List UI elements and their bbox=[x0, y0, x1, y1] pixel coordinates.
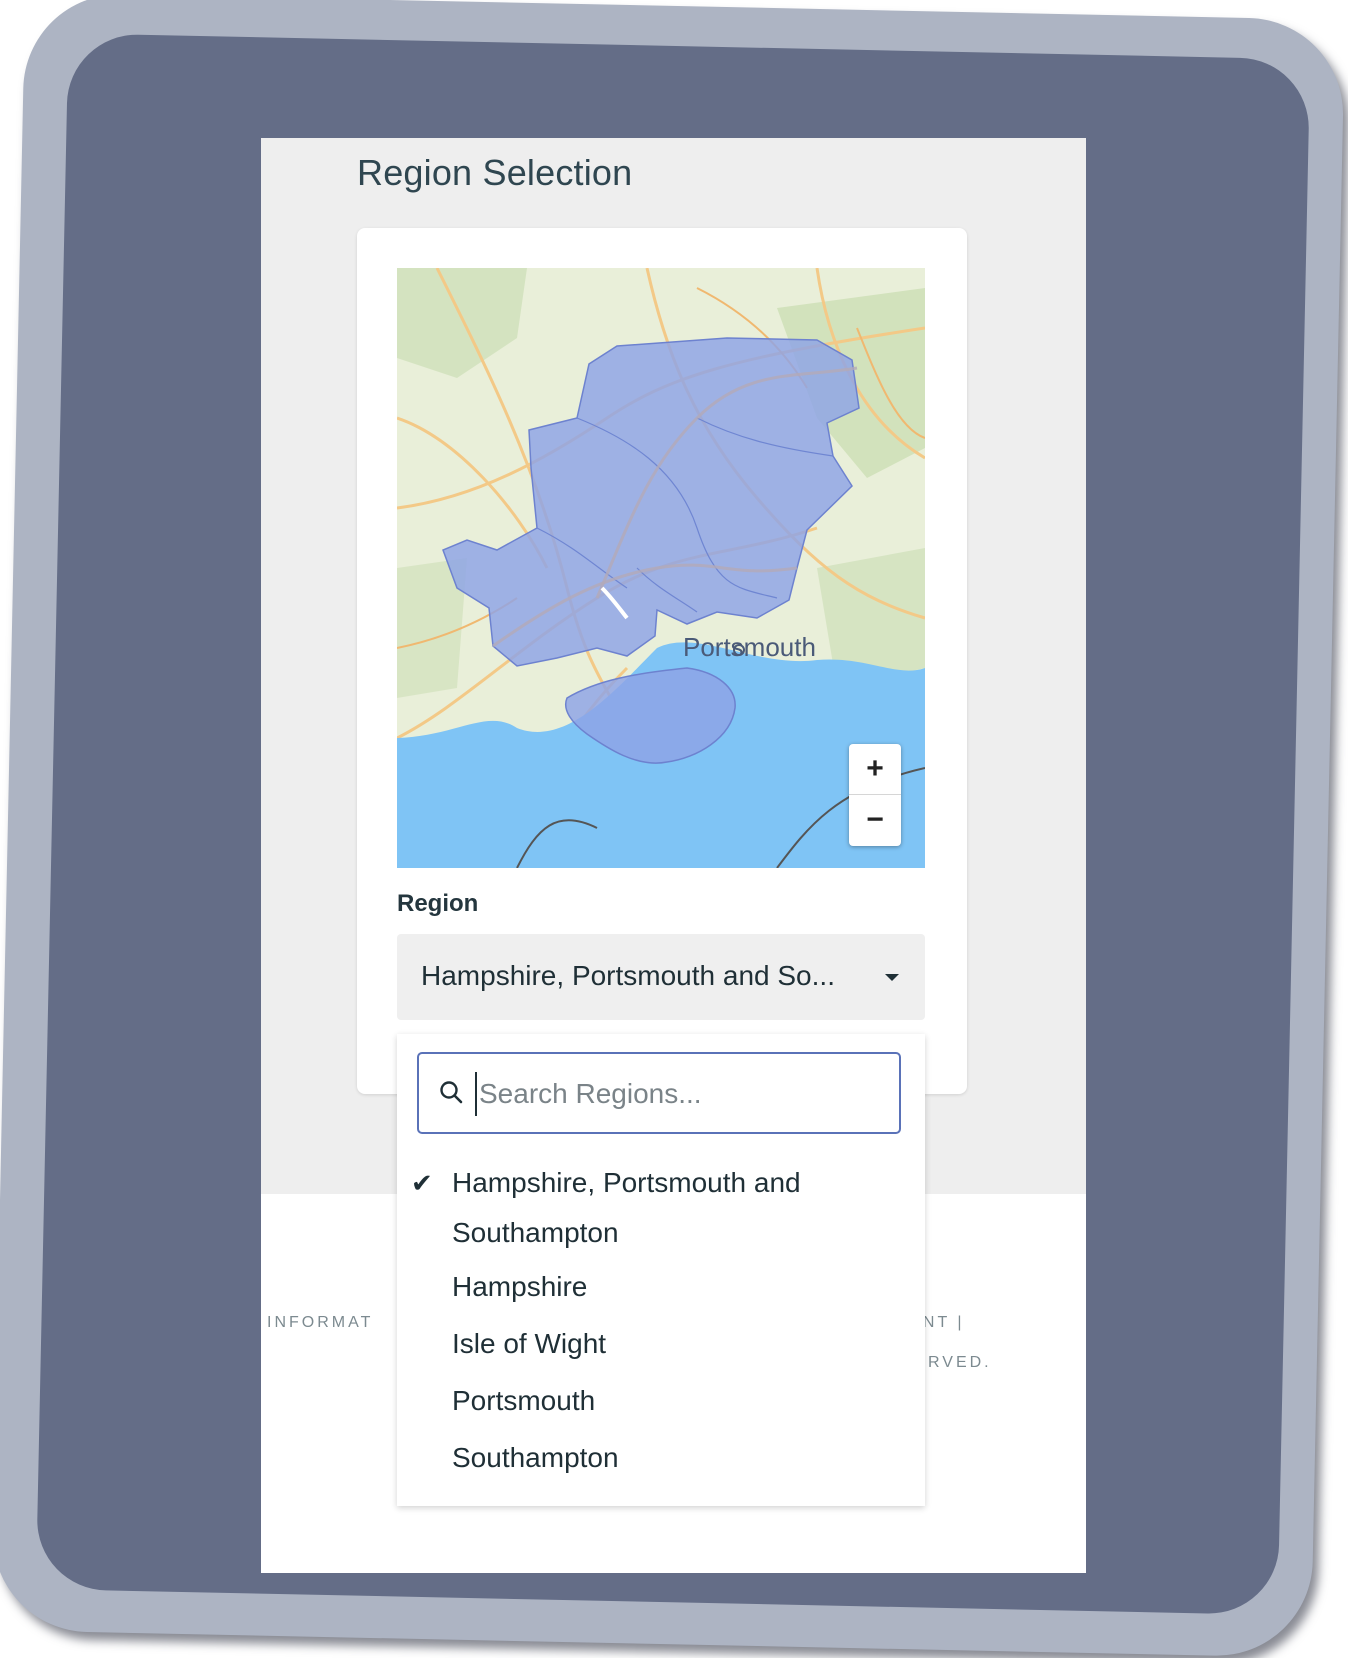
region-select[interactable]: Hampshire, Portsmouth and So... bbox=[397, 934, 925, 1020]
screen: Region Selection Portsmouth + − Region H… bbox=[261, 138, 1086, 1573]
dropdown-option[interactable]: Isle of Wight bbox=[397, 1319, 925, 1371]
region-dropdown: ✔ Hampshire, Portsmouth and Southampton … bbox=[397, 1034, 925, 1506]
zoom-out-button[interactable]: − bbox=[849, 795, 901, 845]
region-map[interactable]: Portsmouth + − bbox=[397, 268, 925, 868]
option-label: Hampshire bbox=[452, 1271, 588, 1302]
dropdown-option[interactable]: Southampton bbox=[397, 1433, 925, 1485]
option-label: Isle of Wight bbox=[452, 1328, 607, 1359]
search-box[interactable] bbox=[417, 1052, 901, 1134]
dropdown-option[interactable]: ✔ Hampshire, Portsmouth and Southampton bbox=[397, 1158, 925, 1258]
map-place-label: Portsmouth bbox=[683, 632, 816, 662]
region-select-value: Hampshire, Portsmouth and So... bbox=[421, 960, 835, 991]
caret-down-icon bbox=[885, 974, 899, 981]
search-input[interactable] bbox=[475, 1072, 881, 1116]
option-label: Portsmouth bbox=[452, 1385, 596, 1416]
dropdown-option[interactable]: Portsmouth bbox=[397, 1376, 925, 1428]
region-label: Region bbox=[397, 890, 479, 917]
footer-text-left: INFORMAT bbox=[267, 1314, 374, 1331]
map-canvas bbox=[397, 268, 925, 868]
search-icon bbox=[439, 1080, 463, 1111]
zoom-in-button[interactable]: + bbox=[849, 744, 901, 795]
dropdown-option[interactable]: Hampshire bbox=[397, 1262, 925, 1314]
option-label: Hampshire, Portsmouth and Southampton bbox=[452, 1167, 801, 1248]
region-card: Portsmouth + − Region Hampshire, Portsmo… bbox=[357, 228, 967, 1094]
option-label: Southampton bbox=[452, 1442, 619, 1473]
check-icon: ✔ bbox=[411, 1168, 433, 1198]
page-title: Region Selection bbox=[357, 152, 633, 193]
zoom-control: + − bbox=[849, 744, 901, 846]
